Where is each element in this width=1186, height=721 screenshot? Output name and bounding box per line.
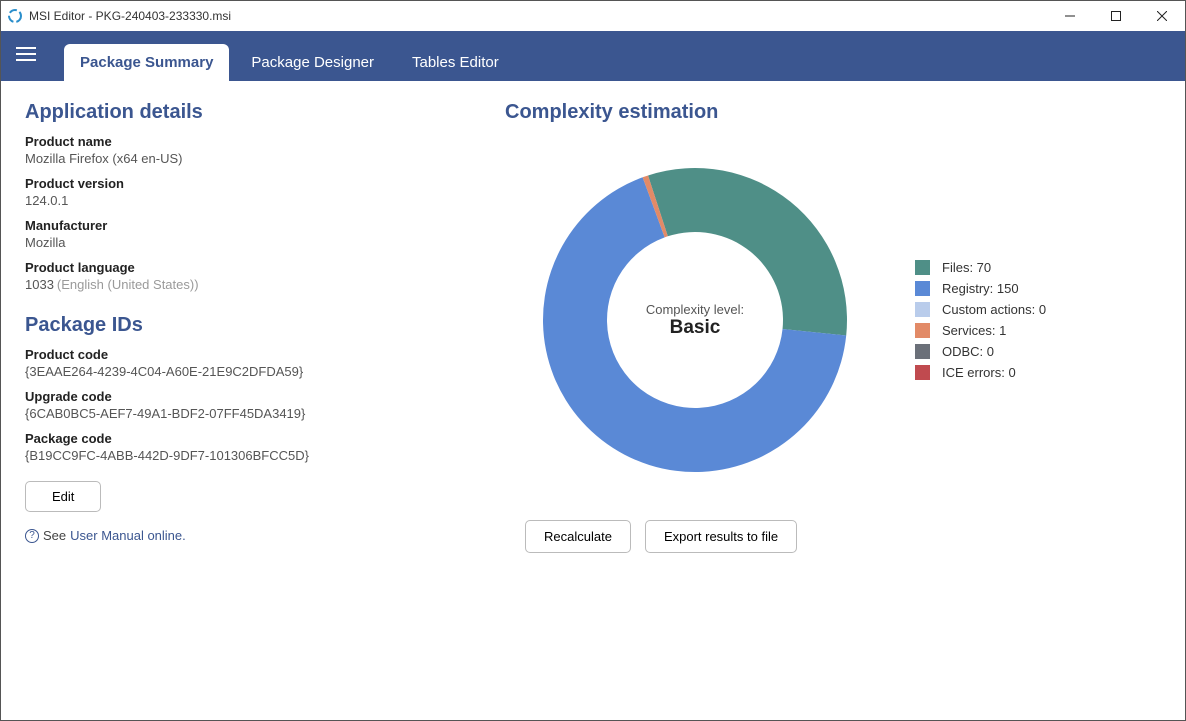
close-button[interactable] [1139, 1, 1185, 31]
product-code-field: Product code {3EAAE264-4239-4C04-A60E-21… [25, 347, 505, 379]
legend-item-services: Services: 1 [915, 323, 1046, 338]
edit-button[interactable]: Edit [25, 481, 101, 512]
tab-tables-editor[interactable]: Tables Editor [396, 44, 515, 81]
product-language-field: Product language 1033(English (United St… [25, 260, 505, 292]
product-name-label: Product name [25, 134, 505, 149]
upgrade-code-field: Upgrade code {6CAB0BC5-AEF7-49A1-BDF2-07… [25, 389, 505, 421]
complexity-heading: Complexity estimation [505, 101, 1161, 124]
legend-label: ICE errors: 0 [942, 365, 1016, 380]
product-code-label: Product code [25, 347, 505, 362]
user-manual-link[interactable]: User Manual online. [70, 528, 186, 543]
package-code-field: Package code {B19CC9FC-4ABB-442D-9DF7-10… [25, 431, 505, 463]
window-title: MSI Editor - PKG-240403-233330.msi [29, 9, 231, 23]
legend-item-odbc: ODBC: 0 [915, 344, 1046, 359]
tab-package-designer[interactable]: Package Designer [235, 44, 390, 81]
product-version-field: Product version 124.0.1 [25, 176, 505, 208]
help-icon: ? [25, 529, 39, 543]
tab-package-summary[interactable]: Package Summary [64, 44, 229, 81]
help-prefix: See [43, 528, 66, 543]
menu-button[interactable] [16, 39, 46, 69]
legend-item-registry: Registry: 150 [915, 281, 1046, 296]
chart-wrap: Complexity level: Basic Files: 70 Registr… [505, 130, 1161, 510]
help-row: ? See User Manual online. [25, 528, 505, 543]
manufacturer-label: Manufacturer [25, 218, 505, 233]
export-button[interactable]: Export results to file [645, 520, 797, 553]
package-code-label: Package code [25, 431, 505, 446]
product-version-label: Product version [25, 176, 505, 191]
maximize-button[interactable] [1093, 1, 1139, 31]
tabs: Package SummaryPackage DesignerTables Ed… [64, 31, 521, 81]
product-name-value: Mozilla Firefox (x64 en-US) [25, 151, 505, 166]
content: Application details Product name Mozilla… [1, 81, 1185, 720]
app-details-heading: Application details [25, 101, 505, 124]
product-language-label: Product language [25, 260, 505, 275]
upgrade-code-value: {6CAB0BC5-AEF7-49A1-BDF2-07FF45DA3419} [25, 406, 505, 421]
legend-swatch [915, 281, 930, 296]
legend-swatch [915, 260, 930, 275]
product-version-value: 124.0.1 [25, 193, 505, 208]
legend-label: ODBC: 0 [942, 344, 994, 359]
center-label: Complexity level: [646, 302, 744, 317]
product-name-field: Product name Mozilla Firefox (x64 en-US) [25, 134, 505, 166]
titlebar: MSI Editor - PKG-240403-233330.msi [1, 1, 1185, 31]
right-panel: Complexity estimation Complexity level: … [505, 101, 1161, 700]
product-language-value: 1033(English (United States)) [25, 277, 505, 292]
product-code-value: {3EAAE264-4239-4C04-A60E-21E9C2DFDA59} [25, 364, 505, 379]
recalculate-button[interactable]: Recalculate [525, 520, 631, 553]
legend-label: Custom actions: 0 [942, 302, 1046, 317]
left-panel: Application details Product name Mozilla… [25, 101, 505, 700]
legend-swatch [915, 323, 930, 338]
window-controls [1047, 1, 1185, 31]
legend-swatch [915, 302, 930, 317]
chart-legend: Files: 70 Registry: 150 Custom actions: 0 S… [915, 254, 1046, 386]
package-code-value: {B19CC9FC-4ABB-442D-9DF7-101306BFCC5D} [25, 448, 505, 463]
manufacturer-field: Manufacturer Mozilla [25, 218, 505, 250]
package-ids-heading: Package IDs [25, 314, 505, 337]
legend-swatch [915, 344, 930, 359]
upgrade-code-label: Upgrade code [25, 389, 505, 404]
app-window: MSI Editor - PKG-240403-233330.msi Packa… [0, 0, 1186, 721]
legend-item-custom-actions: Custom actions: 0 [915, 302, 1046, 317]
donut-center: Complexity level: Basic [646, 302, 744, 339]
minimize-button[interactable] [1047, 1, 1093, 31]
legend-label: Files: 70 [942, 260, 991, 275]
center-value: Basic [646, 317, 744, 339]
legend-swatch [915, 365, 930, 380]
legend-label: Registry: 150 [942, 281, 1019, 296]
legend-label: Services: 1 [942, 323, 1006, 338]
legend-item-files: Files: 70 [915, 260, 1046, 275]
app-icon [7, 8, 23, 24]
topbar: Package SummaryPackage DesignerTables Ed… [1, 31, 1185, 81]
manufacturer-value: Mozilla [25, 235, 505, 250]
chart-buttons: Recalculate Export results to file [525, 520, 1161, 553]
legend-item-ice-errors: ICE errors: 0 [915, 365, 1046, 380]
chart-area: Complexity level: Basic [505, 130, 885, 510]
